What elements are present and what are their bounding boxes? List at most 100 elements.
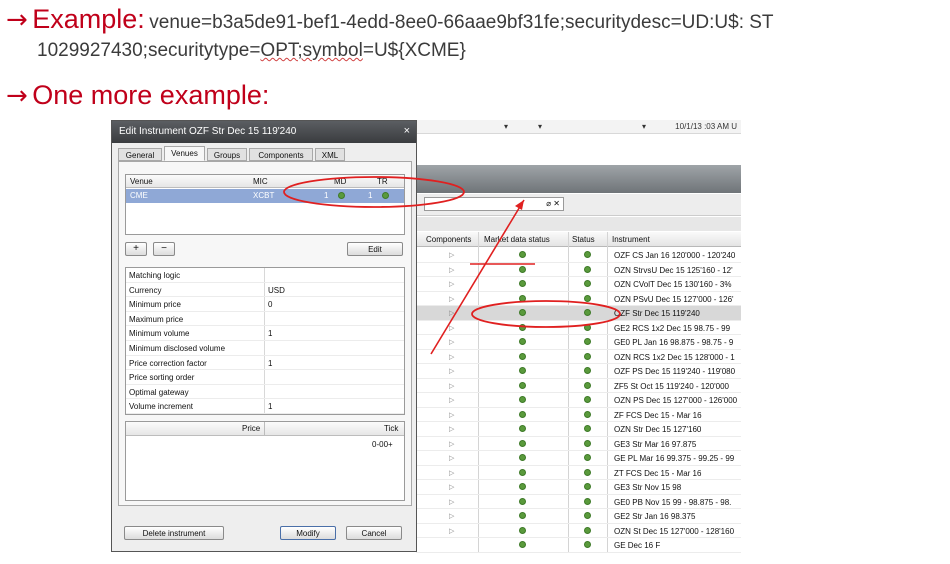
market-data-status-icon: [519, 323, 526, 331]
table-row[interactable]: ▷ GE0 PB Nov 15 99 - 98.875 - 98.: [416, 495, 741, 509]
table-row[interactable]: ▷ OZF CS Jan 16 120'000 - 120'240: [416, 248, 741, 263]
grid-column-headers: Components Market data status Status Ins…: [416, 232, 741, 247]
tab-xml[interactable]: XML: [315, 148, 345, 161]
col-market-data-status[interactable]: Market data status: [484, 235, 550, 244]
table-row[interactable]: ▷ ZF FCS Dec 15 - Mar 16: [416, 408, 741, 422]
col-status[interactable]: Status: [572, 235, 595, 244]
expand-icon[interactable]: ▷: [449, 425, 454, 433]
table-row[interactable]: ▷ OZN CVolT Dec 15 130'160 - 3%: [416, 277, 741, 292]
expand-icon[interactable]: ▷: [449, 382, 454, 390]
expand-icon[interactable]: ▷: [449, 469, 454, 477]
expand-icon[interactable]: ▷: [449, 512, 454, 520]
instrument-name: OZN StrvsU Dec 15 125'160 - 12': [614, 265, 733, 275]
property-row[interactable]: Price correction factor 1: [126, 356, 404, 371]
status-icon: [584, 381, 591, 389]
col-components[interactable]: Components: [426, 235, 471, 244]
property-row[interactable]: Volume increment 1: [126, 399, 404, 414]
chevron-down-icon[interactable]: ▾: [642, 122, 646, 131]
table-row[interactable]: ▷ GE3 Str Nov 15 98: [416, 480, 741, 495]
tab-groups[interactable]: Groups: [207, 148, 247, 161]
expand-icon[interactable]: ▷: [449, 367, 454, 375]
property-row[interactable]: Matching logic: [126, 268, 404, 283]
expand-icon[interactable]: ▷: [449, 338, 454, 346]
expand-icon[interactable]: ▷: [449, 353, 454, 361]
remove-venue-button[interactable]: −: [153, 242, 175, 256]
expand-icon[interactable]: ▷: [449, 324, 454, 332]
table-row[interactable]: ▷ OZN St Dec 15 127'000 - 128'160: [416, 524, 741, 538]
market-data-status-icon: [519, 294, 526, 302]
property-value[interactable]: USD: [268, 286, 285, 295]
property-row[interactable]: Minimum volume 1: [126, 326, 404, 341]
table-row[interactable]: ▷ GE PL Mar 16 99.375 - 99.25 - 99: [416, 451, 741, 466]
table-row[interactable]: ▷ OZN RCS 1x2 Dec 15 128'000 - 1: [416, 350, 741, 364]
close-icon[interactable]: ×: [404, 125, 410, 137]
col-instrument[interactable]: Instrument: [612, 235, 650, 244]
clear-filter-icon[interactable]: ⌀ ✕: [546, 199, 560, 208]
table-row[interactable]: ▷ OZF Str Dec 15 119'240: [416, 306, 741, 321]
property-key: Minimum disclosed volume: [129, 344, 226, 353]
add-venue-button[interactable]: +: [125, 242, 147, 256]
filter-input[interactable]: ⌀ ✕: [424, 197, 564, 211]
property-value[interactable]: 0: [268, 300, 272, 309]
tab-venues[interactable]: Venues: [164, 146, 205, 161]
md-status-icon: [338, 192, 345, 199]
table-row[interactable]: ▷ GE3 Str Mar 16 97.875: [416, 437, 741, 451]
instrument-name: GE3 Str Mar 16 97.875: [614, 439, 697, 449]
table-row[interactable]: ▷ GE2 RCS 1x2 Dec 15 98.75 - 99: [416, 321, 741, 335]
expand-icon[interactable]: ▷: [449, 309, 454, 317]
property-value[interactable]: 1: [268, 359, 272, 368]
property-row[interactable]: Minimum disclosed volume: [126, 341, 404, 356]
tab-general[interactable]: General: [118, 148, 162, 161]
property-value[interactable]: 1: [268, 329, 272, 338]
instrument-name: GE PL Mar 16 99.375 - 99.25 - 99: [614, 454, 735, 463]
table-row[interactable]: ▷ OZF PS Dec 15 119'240 - 119'080: [416, 364, 741, 379]
table-row[interactable]: ▷ GE0 PL Jan 16 98.875 - 98.75 - 9: [416, 335, 741, 350]
expand-icon[interactable]: ▷: [449, 440, 454, 448]
property-value[interactable]: 1: [268, 402, 272, 411]
dialog-titlebar[interactable]: Edit Instrument OZF Str Dec 15 119'240 ×: [112, 121, 416, 143]
table-row[interactable]: GE Dec 16 F: [416, 538, 741, 553]
table-row[interactable]: ▷ OZN PSvU Dec 15 127'000 - 126': [416, 292, 741, 306]
property-row[interactable]: Minimum price 0: [126, 297, 404, 312]
chevron-down-icon[interactable]: ▾: [538, 122, 542, 131]
instrument-name: OZN RCS 1x2 Dec 15 128'000 - 1: [614, 352, 735, 362]
status-icon: [584, 439, 591, 447]
chevron-down-icon[interactable]: ▾: [504, 122, 508, 131]
table-row[interactable]: ▷ OZN StrvsU Dec 15 125'160 - 12': [416, 263, 741, 277]
modify-button[interactable]: Modify: [280, 526, 336, 540]
expand-icon[interactable]: ▷: [449, 266, 454, 274]
property-row[interactable]: Price sorting order: [126, 370, 404, 385]
status-icon: [584, 396, 591, 403]
property-row[interactable]: Currency USD: [126, 283, 404, 298]
tick-value[interactable]: 0-00+: [372, 440, 393, 449]
expand-icon[interactable]: ▷: [449, 411, 454, 419]
instrument-name: GE Dec 16 F: [614, 541, 661, 550]
expand-icon[interactable]: ▷: [449, 527, 454, 535]
market-data-status-icon: [519, 381, 526, 389]
property-row[interactable]: Maximum price: [126, 312, 404, 327]
expand-icon[interactable]: ▷: [449, 396, 454, 404]
table-row[interactable]: ▷ ZF5 St Oct 15 119'240 - 120'000: [416, 379, 741, 393]
market-data-status-icon: [519, 497, 526, 505]
status-icon: [584, 323, 591, 331]
example-code-line2a: 1029927430;securitytype=: [37, 40, 261, 61]
expand-icon[interactable]: ▷: [449, 280, 454, 288]
instrument-name: OZN CVolT Dec 15 130'160 - 3%: [614, 280, 732, 289]
table-row[interactable]: ▷ GE2 Str Jan 16 98.375: [416, 509, 741, 524]
expand-icon[interactable]: ▷: [449, 483, 454, 491]
edit-venue-button[interactable]: Edit: [347, 242, 403, 256]
instrument-name: ZF FCS Dec 15 - Mar 16: [614, 410, 702, 420]
expand-icon[interactable]: ▷: [449, 251, 454, 259]
table-row[interactable]: ▷ OZN PS Dec 15 127'000 - 126'000: [416, 393, 741, 408]
delete-instrument-button[interactable]: Delete instrument: [124, 526, 224, 540]
expand-icon[interactable]: ▷: [449, 498, 454, 506]
property-row[interactable]: Optimal gateway: [126, 385, 404, 400]
table-row[interactable]: ▷ OZN Str Dec 15 127'160: [416, 422, 741, 437]
expand-icon[interactable]: ▷: [449, 295, 454, 303]
cancel-button[interactable]: Cancel: [346, 526, 402, 540]
venue-row[interactable]: CME XCBT 1 1: [126, 189, 404, 203]
table-row[interactable]: ▷ ZT FCS Dec 15 - Mar 16: [416, 466, 741, 480]
expand-icon[interactable]: ▷: [449, 454, 454, 462]
tab-components[interactable]: Components: [249, 148, 313, 161]
instrument-name: OZN St Dec 15 127'000 - 128'160: [614, 526, 735, 536]
